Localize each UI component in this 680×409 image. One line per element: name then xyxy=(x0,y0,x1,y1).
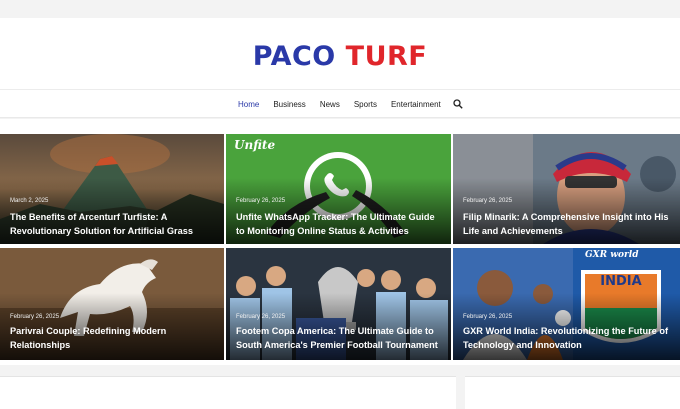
card-title[interactable]: Unfite WhatsApp Tracker: The Ultimate Gu… xyxy=(236,210,443,238)
featured-card-parivrai-couple[interactable]: February 26, 2025 Parivrai Couple: Redef… xyxy=(0,248,224,360)
nav-item-sports[interactable]: Sports xyxy=(354,100,377,109)
featured-card-unfite-whatsapp[interactable]: Unfite February 26, 2025 Unfite WhatsApp… xyxy=(226,134,451,244)
main-content-box xyxy=(0,376,456,409)
logo-part-1: PACO xyxy=(252,41,336,72)
card-badge-india: INDIA xyxy=(600,274,642,289)
card-title[interactable]: Footem Copa America: The Ultimate Guide … xyxy=(236,324,443,352)
featured-card-filip-minarik[interactable]: February 26, 2025 Filip Minarik: A Compr… xyxy=(453,134,680,244)
site-header: PACO TURF xyxy=(0,18,680,90)
sidebar-box xyxy=(465,376,680,409)
card-date: February 26, 2025 xyxy=(236,314,286,320)
card-title[interactable]: The Benefits of Arcenturf Turfiste: A Re… xyxy=(10,210,216,238)
card-overlay-brand: GXR world xyxy=(585,250,639,260)
card-date: February 26, 2025 xyxy=(236,198,286,204)
search-icon[interactable] xyxy=(453,99,463,109)
nav-item-home[interactable]: Home xyxy=(238,100,259,109)
featured-card-gxr-world-india[interactable]: GXR world INDIA February 26, 2025 GXR Wo… xyxy=(453,248,680,360)
card-date: February 26, 2025 xyxy=(10,314,60,320)
featured-card-arcenturf[interactable]: March 2, 2025 The Benefits of Arcenturf … xyxy=(0,134,224,244)
featured-card-footem-copa-america[interactable]: February 26, 2025 Footem Copa America: T… xyxy=(226,248,451,360)
site-logo[interactable]: PACO TURF xyxy=(0,42,680,72)
top-bar xyxy=(0,0,680,18)
nav-item-entertainment[interactable]: Entertainment xyxy=(391,100,441,109)
main-nav: Home Business News Sports Entertainment xyxy=(0,90,680,118)
card-date: February 26, 2025 xyxy=(463,198,513,204)
card-overlay-brand: Unfite xyxy=(234,138,276,152)
nav-item-business[interactable]: Business xyxy=(273,100,305,109)
card-date: February 26, 2025 xyxy=(463,314,513,320)
card-title[interactable]: Parivrai Couple: Redefining Modern Relat… xyxy=(10,324,216,352)
card-title[interactable]: GXR World India: Revolutionizing the Fut… xyxy=(463,324,672,352)
logo-part-2: TURF xyxy=(345,41,428,72)
card-title[interactable]: Filip Minarik: A Comprehensive Insight i… xyxy=(463,210,672,238)
card-date: March 2, 2025 xyxy=(10,198,49,204)
nav-item-news[interactable]: News xyxy=(320,100,340,109)
